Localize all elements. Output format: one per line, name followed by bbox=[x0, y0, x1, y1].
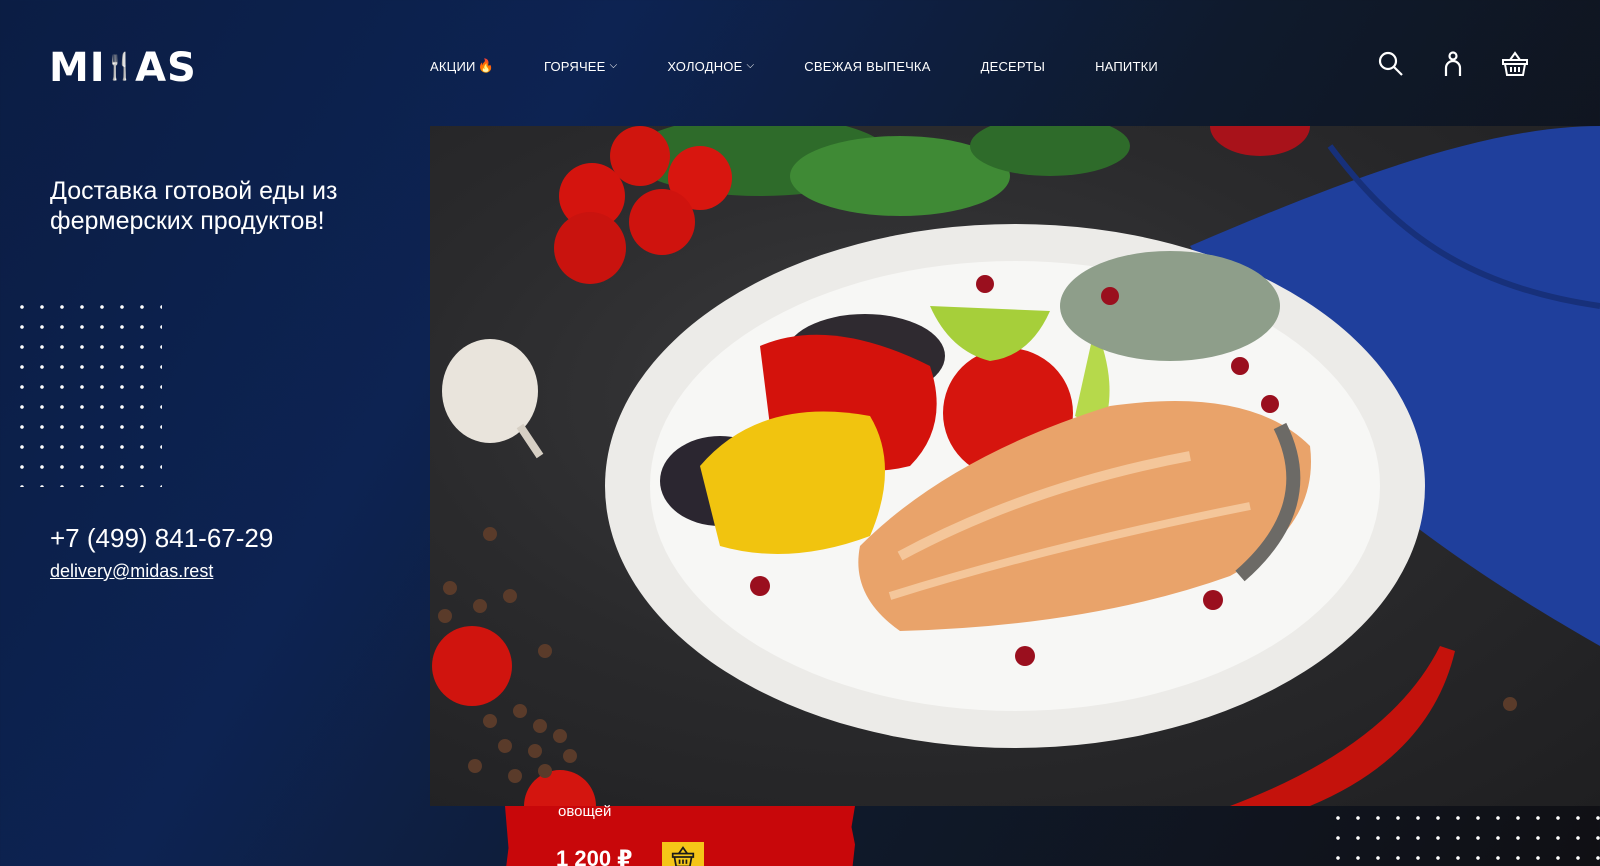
nav-item-hot[interactable]: ГОРЯЧЕЕ ⌵ bbox=[544, 59, 617, 74]
header-actions bbox=[1376, 48, 1530, 80]
contact-phone[interactable]: +7 (499) 841-67-29 bbox=[50, 522, 273, 554]
nav-item-bakery[interactable]: СВЕЖАЯ ВЫПЕЧКА bbox=[804, 59, 930, 74]
add-to-cart-button[interactable] bbox=[662, 842, 704, 866]
nav-item-promo[interactable]: АКЦИИ 🔥 bbox=[430, 58, 494, 74]
nav-item-cold[interactable]: ХОЛОДНОЕ ⌵ bbox=[667, 59, 754, 74]
fork-knife-icon: 🍴 bbox=[103, 52, 138, 82]
nav-item-drinks[interactable]: НАПИТКИ bbox=[1095, 59, 1158, 74]
product-name: овощей bbox=[558, 803, 612, 820]
search-icon[interactable] bbox=[1376, 48, 1406, 80]
main-nav: АКЦИИ 🔥 ГОРЯЧЕЕ ⌵ ХОЛОДНОЕ ⌵ СВЕЖАЯ ВЫПЕЧКА… bbox=[430, 56, 1208, 76]
hero-tagline: Доставка готовой еды из фермерских проду… bbox=[50, 177, 338, 235]
decorative-dot-grid bbox=[12, 297, 162, 487]
nav-item-desserts[interactable]: ДЕСЕРТЫ bbox=[981, 59, 1045, 74]
midas-logo[interactable]: MI🍴AS bbox=[49, 44, 197, 91]
cart-icon bbox=[671, 846, 695, 866]
hero-food-image bbox=[430, 126, 1600, 806]
site-header: MI🍴AS АКЦИИ 🔥 ГОРЯЧЕЕ ⌵ ХОЛОДНОЕ ⌵ СВЕЖАЯ В… bbox=[0, 0, 1600, 126]
chevron-down-icon: ⌵ bbox=[609, 59, 618, 71]
chevron-down-icon: ⌵ bbox=[746, 59, 755, 71]
decorative-dot-grid-bottom bbox=[1322, 806, 1600, 866]
fire-icon: 🔥 bbox=[477, 58, 494, 73]
cart-icon[interactable] bbox=[1500, 48, 1530, 80]
salmon-plate-illustration bbox=[432, 126, 1600, 806]
user-icon[interactable] bbox=[1438, 48, 1468, 80]
product-price: 1 200 ₽ bbox=[556, 846, 633, 866]
contact-email-link[interactable]: delivery@midas.rest bbox=[50, 561, 213, 582]
